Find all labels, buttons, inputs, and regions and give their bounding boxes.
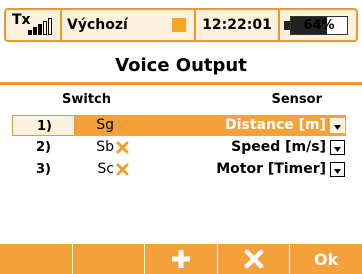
x-icon (244, 249, 263, 269)
row-number: 2) (36, 140, 51, 155)
status-bar: Tx Výchozí 12:22:01 64% (4, 8, 358, 42)
row-number: 1) (12, 115, 75, 136)
table-row[interactable]: 3) Sc Motor [Timer] (12, 159, 346, 180)
clock: 12:22:01 (196, 10, 280, 40)
sensor-dropdown[interactable] (330, 140, 345, 155)
chevron-down-icon (334, 125, 341, 130)
status-indicator (172, 18, 186, 32)
sensor-dropdown[interactable] (330, 162, 345, 177)
signal-bar (38, 24, 42, 35)
footer-button-bar: Ok (0, 244, 362, 274)
column-header-switch: Switch (62, 92, 112, 107)
column-header-sensor: Sensor (271, 92, 322, 107)
switch-value[interactable]: Sg (84, 115, 114, 136)
battery-percent: 64% (303, 18, 335, 33)
table-row[interactable]: 1) Sg Distance [m] (12, 115, 346, 136)
plus-icon (171, 250, 190, 268)
table-row[interactable]: 2) Sb Speed [m/s] (12, 137, 346, 158)
row-number: 3) (36, 162, 51, 177)
ok-button[interactable]: Ok (290, 244, 362, 274)
sensor-value: Motor [Timer] (216, 161, 326, 177)
signal-bars-icon (28, 18, 52, 35)
signal-bar (48, 18, 52, 35)
screen: Tx Výchozí 12:22:01 64% Voice Output Swi… (0, 0, 362, 274)
ok-button-label: Ok (314, 249, 339, 269)
switch-active-x-icon (116, 141, 129, 154)
clock-label: 12:22:01 (202, 17, 272, 33)
title-divider (0, 82, 362, 85)
signal-bar (33, 27, 37, 35)
footer-button-2[interactable] (73, 244, 146, 274)
signal-bar (28, 30, 32, 35)
switch-active-x-icon (116, 119, 129, 132)
switch-value[interactable]: Sb (84, 137, 114, 158)
model-name-label: Výchozí (67, 17, 128, 33)
signal-bar (43, 21, 47, 35)
add-button[interactable] (145, 244, 218, 274)
chevron-down-icon (334, 169, 341, 174)
delete-button[interactable] (218, 244, 291, 274)
tx-signal: Tx (6, 10, 62, 40)
battery: 64% (280, 10, 356, 40)
sensor-dropdown[interactable] (330, 118, 345, 133)
page-title: Voice Output (115, 55, 247, 76)
battery-icon: 64% (290, 16, 348, 35)
sensor-value: Speed [m/s] (231, 139, 326, 155)
switch-value[interactable]: Sc (84, 159, 114, 180)
switch-active-x-icon (116, 163, 129, 176)
chevron-down-icon (334, 147, 341, 152)
sensor-value: Distance [m] (225, 117, 326, 133)
footer-button-1[interactable] (0, 244, 73, 274)
model-name[interactable]: Výchozí (62, 10, 196, 40)
